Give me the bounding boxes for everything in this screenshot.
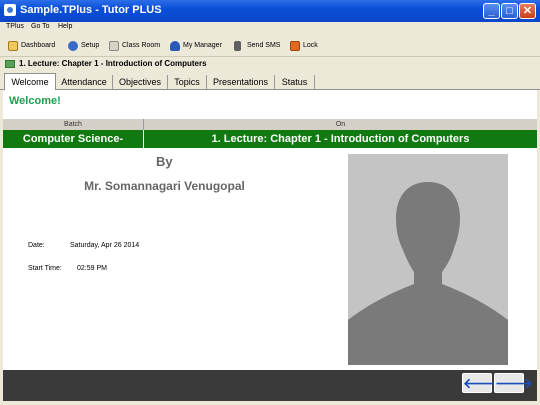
menu-tplus[interactable]: TPlus — [6, 23, 24, 30]
teacher-name: Mr. Somannagari Venugopal — [84, 179, 245, 193]
welcome-panel: Welcome! Batch On Computer Science- 1. L… — [3, 90, 537, 370]
my-manager-label: My Manager — [183, 42, 222, 49]
window-title: Sample.TPlus - Tutor PLUS — [20, 4, 162, 16]
home-icon — [8, 41, 18, 51]
tab-presentations[interactable]: Presentations — [207, 75, 275, 89]
lock-label: Lock — [303, 42, 318, 49]
batch-header: Batch — [3, 119, 144, 130]
close-icon: ✕ — [522, 5, 533, 17]
date-label: Date: — [28, 242, 45, 249]
setup-label: Setup — [81, 42, 100, 49]
footer-bar: 🡐 🡒 — [3, 370, 537, 401]
setup-icon — [68, 41, 78, 51]
classroom-icon — [109, 41, 119, 51]
next-button[interactable]: 🡒 — [494, 373, 533, 393]
send-sms-label: Send SMS — [247, 42, 281, 49]
by-label: By — [156, 154, 173, 169]
maximize-button[interactable]: □ — [501, 3, 518, 19]
tab-bar: Welcome Attendance Objectives Topics Pre… — [0, 73, 540, 90]
maximize-icon: □ — [506, 5, 513, 17]
dashboard-label: Dashboard — [21, 42, 56, 49]
previous-button[interactable]: 🡐 — [462, 373, 501, 393]
start-time-label: Start Time: — [28, 265, 62, 272]
arrow-right-icon: 🡒 — [495, 375, 533, 391]
welcome-heading: Welcome! — [9, 95, 61, 107]
title-bar: Sample.TPlus - Tutor PLUS _ □ ✕ — [0, 0, 540, 22]
close-button[interactable]: ✕ — [519, 3, 536, 19]
menu-help[interactable]: Help — [58, 23, 72, 30]
teacher-photo-placeholder — [348, 154, 508, 365]
start-time-value: 02:59 PM — [77, 265, 107, 272]
classroom-label: Class Room — [122, 42, 161, 49]
tab-objectives[interactable]: Objectives — [113, 75, 168, 89]
lecture-icon — [5, 60, 15, 68]
menu-bar: TPlus Go To Help — [0, 22, 540, 34]
minimize-button[interactable]: _ — [483, 3, 500, 19]
lecture-header: 1. Lecture: Chapter 1 - Introduction of … — [0, 57, 540, 71]
lecture-title: 1. Lecture: Chapter 1 - Introduction of … — [19, 59, 207, 68]
date-value: Saturday, Apr 26 2014 — [70, 242, 140, 249]
user-icon — [170, 41, 180, 51]
minimize-icon: _ — [488, 5, 495, 17]
tab-attendance[interactable]: Attendance — [56, 75, 113, 89]
batch-value: Computer Science- — [3, 130, 144, 148]
info-header-row: Batch On — [3, 119, 537, 130]
tab-welcome[interactable]: Welcome — [4, 73, 56, 90]
app-icon — [4, 4, 16, 16]
status-bar — [0, 401, 540, 405]
person-silhouette-icon — [348, 154, 508, 365]
on-header: On — [335, 121, 346, 128]
tab-topics[interactable]: Topics — [168, 75, 207, 89]
lecture-value: 1. Lecture: Chapter 1 - Introduction of … — [211, 133, 470, 145]
lock-icon — [290, 41, 300, 51]
menu-go-to[interactable]: Go To — [31, 23, 50, 30]
arrow-left-icon: 🡐 — [463, 375, 501, 391]
phone-icon — [234, 41, 241, 51]
info-value-row: Computer Science- 1. Lecture: Chapter 1 … — [3, 130, 537, 148]
tab-status[interactable]: Status — [275, 75, 315, 89]
toolbar: Dashboard Setup Class Room My Manager Se… — [0, 36, 540, 57]
